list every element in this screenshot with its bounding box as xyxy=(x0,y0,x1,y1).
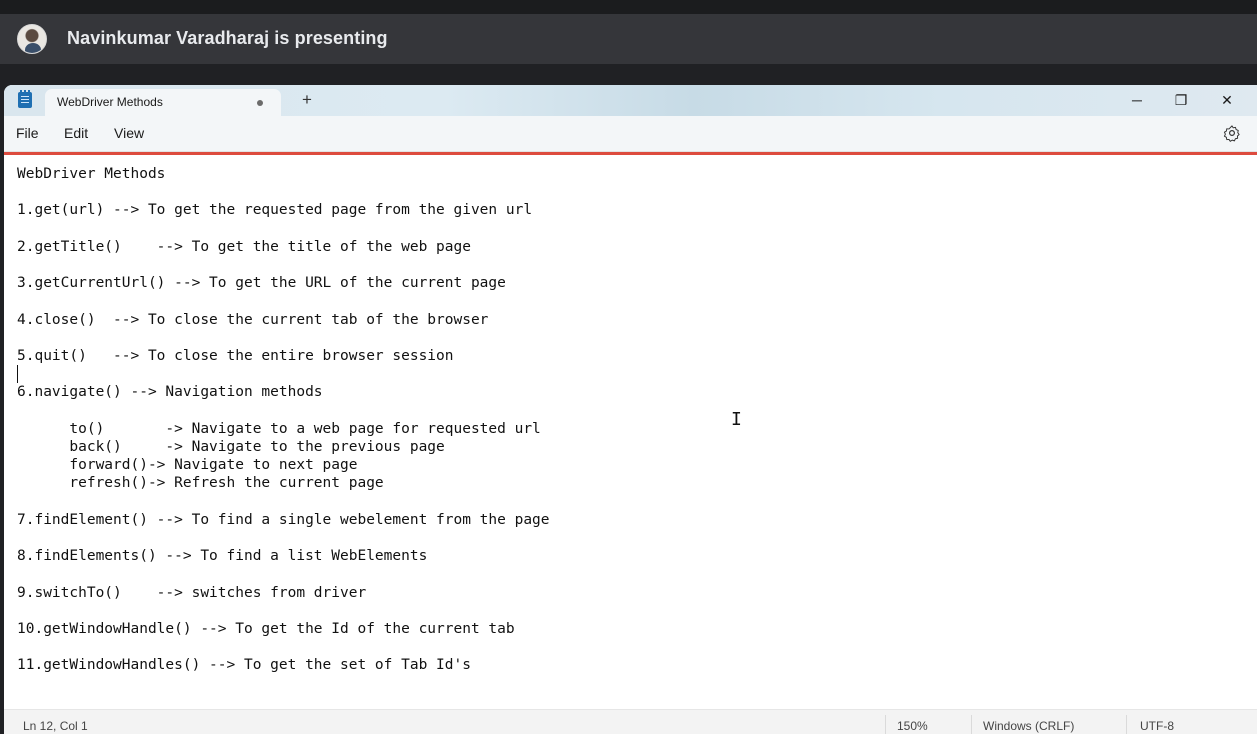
tab-webdriver-methods[interactable]: WebDriver Methods xyxy=(45,89,281,116)
status-divider xyxy=(885,715,886,734)
cursor-position: Ln 12, Col 1 xyxy=(23,719,88,733)
menu-view[interactable]: View xyxy=(114,125,144,141)
gear-icon[interactable] xyxy=(1223,124,1241,142)
editor-content[interactable]: WebDriver Methods 1.get(url) --> To get … xyxy=(17,165,550,675)
menu-file[interactable]: File xyxy=(16,125,39,141)
menu-edit[interactable]: Edit xyxy=(64,125,88,141)
minimize-button[interactable]: ─ xyxy=(1115,87,1159,113)
encoding[interactable]: UTF-8 xyxy=(1140,719,1174,733)
tab-title: WebDriver Methods xyxy=(57,95,163,109)
notepad-icon xyxy=(18,90,32,108)
unsaved-dot-icon[interactable] xyxy=(257,100,263,106)
status-divider xyxy=(1126,715,1127,734)
text-editor[interactable]: WebDriver Methods 1.get(url) --> To get … xyxy=(4,155,1257,709)
status-divider xyxy=(971,715,972,734)
presenter-label: Navinkumar Varadharaj is presenting xyxy=(67,28,388,48)
menu-bar: File Edit View xyxy=(4,116,1257,152)
ibeam-cursor-icon: I xyxy=(731,409,742,430)
restore-button[interactable]: ❐ xyxy=(1159,87,1203,113)
title-bar: WebDriver Methods + ─ ❐ ✕ xyxy=(4,85,1257,116)
presenter-banner: Navinkumar Varadharaj is presenting xyxy=(0,14,1257,64)
new-tab-button[interactable]: + xyxy=(297,90,317,110)
close-button[interactable]: ✕ xyxy=(1205,87,1249,113)
zoom-level[interactable]: 150% xyxy=(897,719,928,733)
notepad-window: WebDriver Methods + ─ ❐ ✕ File Edit View… xyxy=(4,85,1257,734)
line-ending[interactable]: Windows (CRLF) xyxy=(983,719,1074,733)
presenter-avatar xyxy=(17,24,47,54)
top-strip xyxy=(0,0,1257,14)
text-caret xyxy=(17,365,18,383)
screen-gap xyxy=(0,64,1257,85)
status-bar: Ln 12, Col 1 150% Windows (CRLF) UTF-8 xyxy=(4,709,1257,734)
